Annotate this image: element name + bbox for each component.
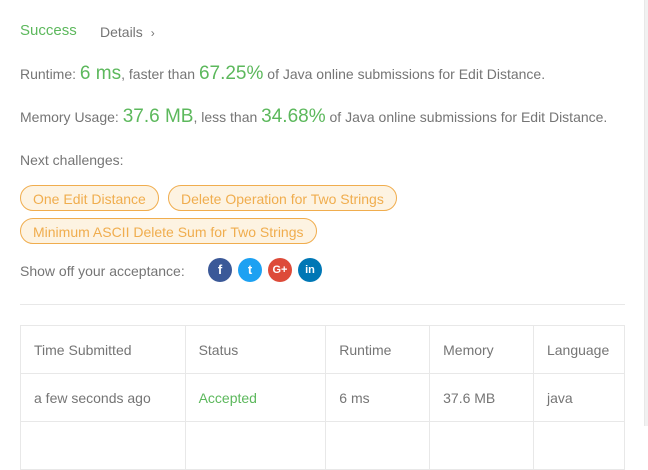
runtime-value: 6 ms bbox=[79, 63, 122, 84]
linkedin-icon[interactable]: in bbox=[298, 258, 322, 282]
submissions-table: Time Submitted Status Runtime Memory Lan… bbox=[20, 325, 626, 470]
cell-status-accepted[interactable]: Accepted bbox=[184, 373, 327, 422]
runtime-faster-text: , faster than bbox=[121, 66, 199, 82]
next-challenges-label: Next challenges: bbox=[20, 152, 124, 168]
header-time-submitted[interactable]: Time Submitted bbox=[20, 325, 186, 374]
memory-label: Memory Usage: bbox=[20, 109, 123, 125]
runtime-summary: Runtime: 6 ms, faster than 67.25% of Jav… bbox=[20, 63, 545, 85]
right-panel-edge bbox=[644, 0, 648, 426]
table-header-row: Time Submitted Status Runtime Memory Lan… bbox=[20, 325, 626, 374]
challenge-one-edit-distance[interactable]: One Edit Distance bbox=[20, 185, 159, 211]
memory-value: 37.6 MB bbox=[122, 106, 194, 127]
memory-suffix: of Java online submissions for Edit Dist… bbox=[325, 109, 608, 125]
facebook-icon[interactable]: f bbox=[208, 258, 232, 282]
table-row bbox=[20, 421, 626, 470]
cell-time-submitted: a few seconds ago bbox=[20, 373, 186, 422]
cell-empty bbox=[325, 421, 431, 470]
memory-less-text: , less than bbox=[193, 109, 262, 125]
cell-runtime: 6 ms bbox=[325, 373, 431, 422]
details-link[interactable]: Details › bbox=[100, 24, 155, 40]
share-label: Show off your acceptance: bbox=[20, 263, 185, 279]
cell-empty bbox=[532, 421, 626, 470]
cell-empty bbox=[429, 421, 534, 470]
cell-empty bbox=[20, 421, 186, 470]
header-runtime[interactable]: Runtime bbox=[325, 325, 431, 374]
cell-language: java bbox=[532, 373, 626, 422]
challenge-minimum-ascii-delete-sum[interactable]: Minimum ASCII Delete Sum for Two Strings bbox=[20, 218, 317, 244]
memory-percent: 34.68% bbox=[261, 106, 326, 127]
runtime-label: Runtime: bbox=[20, 66, 80, 82]
cell-empty bbox=[184, 421, 327, 470]
challenge-delete-operation[interactable]: Delete Operation for Two Strings bbox=[168, 185, 397, 211]
header-language[interactable]: Language bbox=[532, 325, 626, 374]
details-label: Details bbox=[100, 24, 143, 40]
runtime-suffix: of Java online submissions for Edit Dist… bbox=[263, 66, 546, 82]
google-plus-icon[interactable]: G+ bbox=[268, 258, 292, 282]
submission-status: Success bbox=[20, 22, 77, 39]
header-memory[interactable]: Memory bbox=[429, 325, 534, 374]
table-row: a few seconds ago Accepted 6 ms 37.6 MB … bbox=[20, 373, 626, 422]
twitter-icon[interactable]: t bbox=[238, 258, 262, 282]
memory-summary: Memory Usage: 37.6 MB, less than 34.68% … bbox=[20, 106, 607, 128]
runtime-percent: 67.25% bbox=[198, 63, 264, 84]
divider bbox=[20, 304, 625, 305]
header-status[interactable]: Status bbox=[184, 325, 327, 374]
cell-memory: 37.6 MB bbox=[429, 373, 534, 422]
chevron-right-icon: › bbox=[150, 26, 155, 40]
